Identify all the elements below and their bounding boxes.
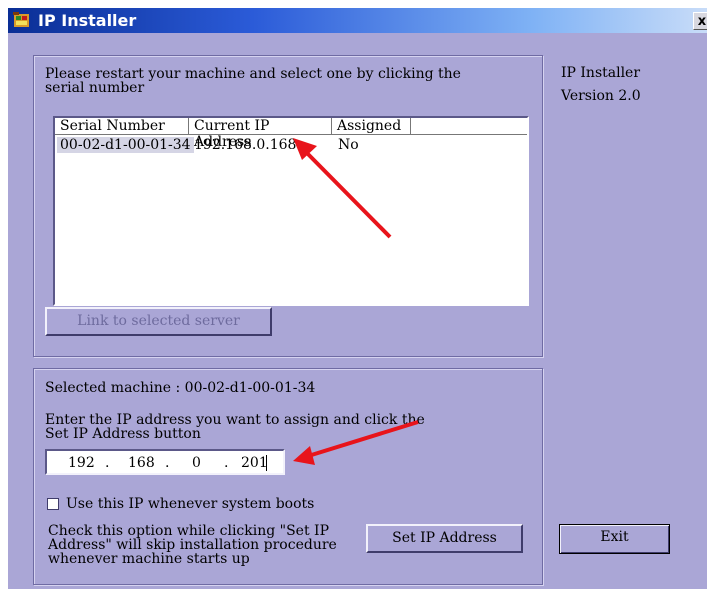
exit-button[interactable]: Exit [559,524,670,554]
column-header-serial[interactable]: Serial Number [55,118,189,135]
column-header-empty [411,118,527,135]
window-title: IP Installer [38,11,137,30]
prompt-line-2: Set IP Address button [45,426,201,442]
server-list[interactable]: Serial Number Current IP Address Assigne… [53,116,529,306]
instruction-line-2: serial number [45,80,145,96]
ip-dot-3: . [224,455,229,471]
version-label: Version 2.0 [561,88,641,104]
ip-dot-1: . [105,455,110,471]
ip-octet-3[interactable]: 0 [192,455,201,471]
note-line-3: whenever machine starts up [48,551,250,567]
link-to-server-button[interactable]: Link to selected server [45,307,272,336]
row-ip-cell[interactable]: 192.168.0.168 [194,137,296,153]
column-header-ip[interactable]: Current IP Address [189,118,332,150]
ip-octet-4[interactable]: 201 [241,455,268,471]
use-ip-on-boot-label[interactable]: Use this IP whenever system boots [66,497,314,512]
title-bar[interactable]: IP Installer x [8,8,707,33]
ip-installer-window: IP Installer x Please restart your machi… [8,8,707,589]
use-ip-on-boot-checkbox[interactable] [47,498,59,510]
ip-dot-2: . [165,455,170,471]
close-button[interactable]: x [693,12,707,30]
column-header-assigned[interactable]: Assigned [332,118,411,135]
selected-machine-label: Selected machine : 00-02-d1-00-01-34 [45,380,316,396]
row-serial-cell[interactable]: 00-02-d1-00-01-34 [57,137,194,153]
app-icon [13,12,29,27]
ip-octet-1[interactable]: 192 [68,455,95,471]
row-assigned-cell[interactable]: No [338,137,359,153]
app-name-label: IP Installer [561,65,641,81]
ip-octet-2[interactable]: 168 [128,455,155,471]
text-cursor [266,455,267,471]
ip-address-input[interactable]: 192 . 168 . 0 . 201 [45,449,285,475]
set-ip-address-button[interactable]: Set IP Address [366,524,523,553]
